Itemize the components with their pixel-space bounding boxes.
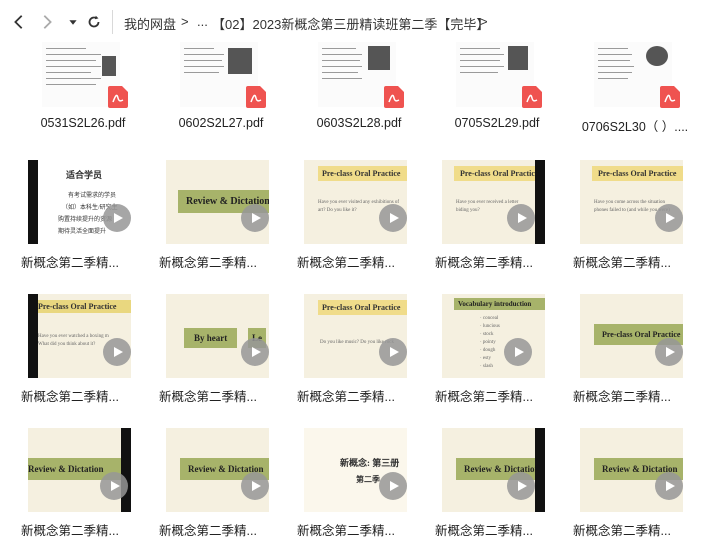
play-icon [379, 204, 407, 232]
pdf-icon [108, 86, 128, 108]
file-item-video[interactable]: By heart Le 新概念第二季精... [138, 294, 269, 424]
file-item-video[interactable]: Review & Dictation 新概念第二季精... [0, 428, 131, 557]
video-thumbnail: Review & Dictation [166, 160, 269, 244]
file-name: 新概念第二季精... [159, 256, 257, 270]
play-icon [655, 338, 683, 366]
file-name: 新概念第二季精... [21, 256, 119, 270]
pdf-icon [246, 86, 266, 108]
pdf-icon [660, 86, 680, 108]
video-thumbnail: Review & Dictation [442, 428, 545, 512]
video-thumbnail: 适合学员 有考试需求的学员 （如）本科生/研究生 购置持续提升的资源 期待灵活全… [28, 160, 131, 244]
play-icon [241, 338, 269, 366]
file-name: 新概念第二季精... [435, 524, 533, 538]
file-name: 0531S2L26.pdf [40, 116, 126, 130]
video-thumbnail: By heart Le [166, 294, 269, 378]
video-thumbnail: Pre-class Oral Practice Have you ever re… [442, 160, 545, 244]
play-icon [507, 204, 535, 232]
file-item-video[interactable]: Pre-class Oral Practice Do you like musi… [276, 294, 407, 424]
file-item-pdf[interactable]: 0531S2L26.pdf [12, 42, 142, 172]
video-thumbnail: Pre-class Oral Practice Have you ever wa… [28, 294, 131, 378]
file-name: 新概念第二季精... [573, 524, 671, 538]
play-icon [655, 204, 683, 232]
file-name: 新概念第二季精... [297, 524, 395, 538]
play-icon [379, 338, 407, 366]
file-name: 新概念第二季精... [573, 390, 671, 404]
file-name: 新概念第二季精... [435, 390, 533, 404]
file-name: 新概念第二季精... [573, 256, 671, 270]
file-item-video[interactable]: Review & Dictation 新概念第二季精... [138, 428, 269, 557]
file-item-video[interactable]: 适合学员 有考试需求的学员 （如）本科生/研究生 购置持续提升的资源 期待灵活全… [0, 160, 131, 290]
file-grid: 0531S2L26.pdf 0602S2L27.pdf 0603S2L28.pd… [0, 0, 701, 557]
file-item-video[interactable]: Pre-class Oral Practice Have you ever vi… [276, 160, 407, 290]
video-thumbnail: Pre-class Oral Practice Do you like musi… [304, 294, 407, 378]
play-icon [379, 472, 407, 500]
video-thumbnail: Pre-class Oral Practice Have you ever vi… [304, 160, 407, 244]
file-item-pdf[interactable]: 0705S2L29.pdf [426, 42, 556, 172]
file-name: 0706S2L30（ ）.... [581, 120, 689, 134]
video-thumbnail: Review & Dictation [28, 428, 131, 512]
file-name: 0602S2L27.pdf [178, 116, 264, 130]
pdf-icon [522, 86, 542, 108]
video-thumbnail: Review & Dictation [580, 428, 683, 512]
file-item-video[interactable]: Vocabulary introduction · conceal · lunc… [414, 294, 545, 424]
file-name: 新概念第二季精... [435, 256, 533, 270]
play-icon [241, 472, 269, 500]
video-thumbnail: 新概念: 第三册 第二季 [304, 428, 407, 512]
file-item-pdf[interactable]: 0602S2L27.pdf [150, 42, 280, 172]
play-icon [504, 338, 532, 366]
file-item-pdf[interactable]: 0706S2L30（ ）.... [564, 42, 694, 172]
file-name: 新概念第二季精... [159, 390, 257, 404]
video-thumbnail: Pre-class Oral Practice [580, 294, 683, 378]
pdf-icon [384, 86, 404, 108]
file-item-video[interactable]: Pre-class Oral Practice 新概念第二季精... [552, 294, 683, 424]
video-thumbnail: Vocabulary introduction · conceal · lunc… [442, 294, 545, 378]
file-item-video[interactable]: Review & Dictation 新概念第二季精... [552, 428, 683, 557]
file-name: 新概念第二季精... [21, 524, 119, 538]
file-item-video[interactable]: Pre-class Oral Practice Have you come ac… [552, 160, 683, 290]
video-thumbnail: Pre-class Oral Practice Have you come ac… [580, 160, 683, 244]
file-item-pdf[interactable]: 0603S2L28.pdf [288, 42, 418, 172]
file-item-video[interactable]: Review & Dictation 新概念第二季精... [138, 160, 269, 290]
file-name: 新概念第二季精... [21, 390, 119, 404]
play-icon [100, 472, 128, 500]
play-icon [507, 472, 535, 500]
video-thumbnail: Review & Dictation [166, 428, 269, 512]
file-item-video[interactable]: Pre-class Oral Practice Have you ever wa… [0, 294, 131, 424]
play-icon [655, 472, 683, 500]
file-name: 0705S2L29.pdf [454, 116, 540, 130]
file-item-video[interactable]: Review & Dictation 新概念第二季精... [414, 428, 545, 557]
play-icon [103, 204, 131, 232]
file-item-video[interactable]: 新概念: 第三册 第二季 新概念第二季精... [276, 428, 407, 557]
play-icon [241, 204, 269, 232]
play-icon [103, 338, 131, 366]
file-name: 新概念第二季精... [297, 256, 395, 270]
file-name: 新概念第二季精... [297, 390, 395, 404]
file-name: 新概念第二季精... [159, 524, 257, 538]
file-name: 0603S2L28.pdf [316, 116, 402, 130]
file-item-video[interactable]: Pre-class Oral Practice Have you ever re… [414, 160, 545, 290]
